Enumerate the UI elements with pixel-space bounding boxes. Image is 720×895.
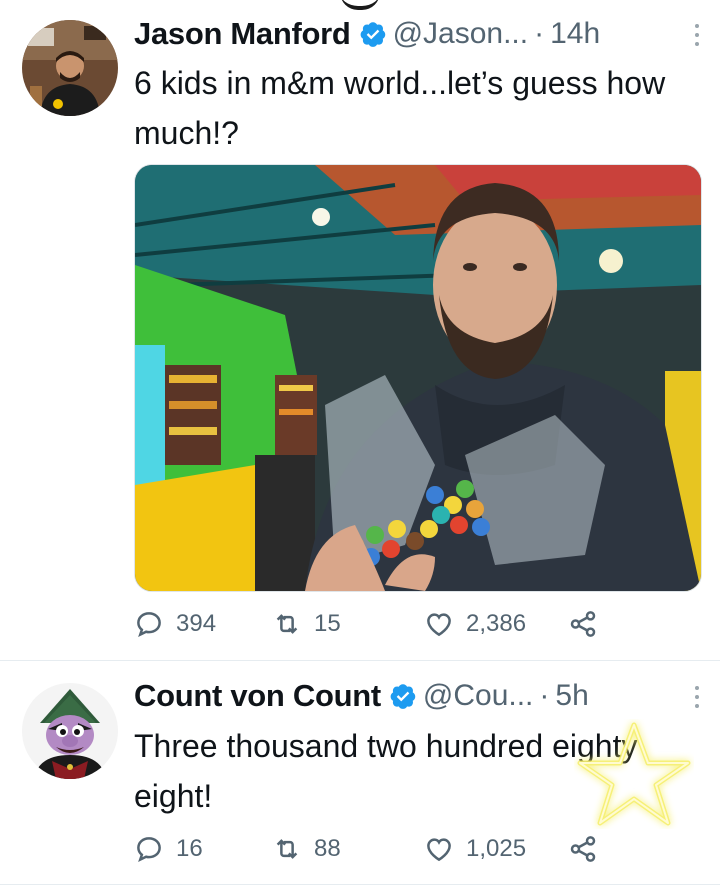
tweet-header: Count von Count @Cou... · 5h — [134, 676, 700, 716]
more-options-icon[interactable] — [694, 24, 700, 46]
reply-button[interactable]: 394 — [134, 606, 216, 642]
glowing-star-sticker — [577, 722, 691, 826]
share-icon — [570, 836, 596, 862]
avatar[interactable] — [22, 20, 118, 116]
display-name[interactable]: Count von Count — [134, 678, 381, 714]
handle[interactable]: @Jason... — [393, 17, 529, 51]
share-button[interactable] — [568, 606, 610, 642]
jason-manford-avatar-image — [22, 20, 118, 116]
tweet[interactable]: Count von Count @Cou... · 5h Three thous… — [0, 661, 720, 885]
tweet[interactable]: Jason Manford @Jason... · 14h 6 kids in … — [0, 0, 720, 660]
tweet-actions: 16 88 1,025 — [134, 831, 614, 867]
retweet-count: 15 — [314, 610, 341, 637]
more-options-icon[interactable] — [694, 686, 700, 708]
retweet-icon — [276, 614, 298, 634]
tweet-actions: 394 15 2,386 — [134, 606, 614, 642]
like-count: 2,386 — [466, 610, 527, 637]
tweet-media-photo[interactable] — [134, 164, 702, 592]
count-von-count-avatar-image — [22, 683, 118, 779]
like-button[interactable]: 1,025 — [424, 831, 526, 867]
reply-count: 16 — [176, 835, 203, 862]
retweet-button[interactable]: 88 — [272, 831, 341, 867]
reply-icon — [137, 612, 161, 638]
display-name[interactable]: Jason Manford — [134, 16, 351, 52]
verified-badge-icon — [360, 22, 385, 47]
timestamp[interactable]: 14h — [550, 17, 600, 51]
tweet-text: 6 kids in m&m world...let’s guess how mu… — [134, 65, 666, 151]
separator-dot: · — [534, 17, 545, 50]
share-button[interactable] — [568, 831, 610, 867]
heart-icon — [427, 838, 451, 862]
separator-dot: · — [539, 679, 550, 712]
handle[interactable]: @Cou... — [423, 679, 534, 713]
reply-icon — [137, 837, 161, 863]
verified-badge-icon — [390, 684, 416, 709]
retweet-count: 88 — [314, 835, 341, 862]
like-count: 1,025 — [466, 835, 527, 862]
timestamp[interactable]: 5h — [555, 679, 588, 713]
heart-icon — [427, 613, 451, 637]
reply-count: 394 — [176, 610, 217, 637]
selfie-holding-bags-of-mms-photo — [135, 165, 701, 591]
tweet-header: Jason Manford @Jason... · 14h — [134, 14, 700, 54]
tweet-divider — [0, 884, 720, 885]
retweet-button[interactable]: 15 — [272, 606, 341, 642]
like-button[interactable]: 2,386 — [424, 606, 526, 642]
reply-button[interactable]: 16 — [134, 831, 203, 867]
avatar[interactable] — [22, 683, 118, 779]
retweet-icon — [276, 839, 298, 859]
share-icon — [570, 611, 596, 637]
